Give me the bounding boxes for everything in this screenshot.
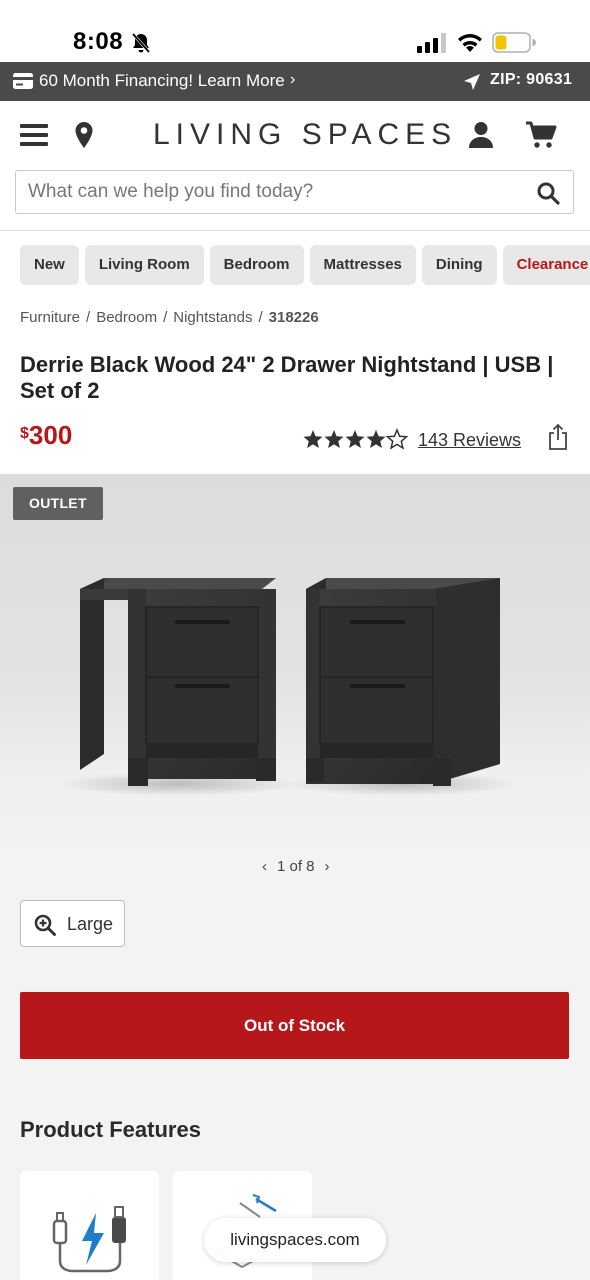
breadcrumb-nightstands[interactable]: Nightstands [173, 309, 252, 326]
pager-prev-icon[interactable]: ‹ [262, 858, 267, 875]
shopping-cart-icon[interactable] [525, 121, 557, 149]
nightstands-photo [58, 578, 517, 796]
category-chip-new[interactable]: New [20, 245, 79, 285]
category-chip-clearance[interactable]: Clearance [502, 245, 590, 285]
star-rating[interactable] [303, 428, 409, 450]
search-icon[interactable] [536, 181, 560, 205]
battery-icon [492, 32, 536, 53]
pager-next-icon[interactable]: › [325, 858, 330, 875]
product-features-heading: Product Features [20, 1117, 201, 1142]
financing-link[interactable]: 60 Month Financing! Learn More [39, 71, 285, 91]
header-divider [0, 230, 590, 231]
category-chip-bedroom[interactable]: Bedroom [209, 245, 304, 285]
site-header: LIVING SPACES [0, 101, 590, 169]
wifi-icon [458, 34, 482, 52]
search-bar [15, 170, 574, 214]
breadcrumb-furniture[interactable]: Furniture [20, 309, 80, 326]
product-price: $300 [20, 420, 72, 451]
category-chip-living-room[interactable]: Living Room [84, 245, 204, 285]
price-amount: 300 [28, 420, 73, 450]
star-half-icon [386, 429, 408, 449]
hamburger-menu-icon[interactable] [20, 123, 48, 147]
reviews-link[interactable]: 143 Reviews [418, 430, 521, 451]
share-icon[interactable] [547, 423, 569, 451]
star-icon [303, 430, 323, 448]
breadcrumb-separator: / [163, 309, 168, 326]
view-large-label: Large [67, 914, 114, 934]
price-currency: $ [20, 425, 29, 442]
view-large-button[interactable]: Large [20, 900, 125, 947]
star-icon [366, 430, 386, 448]
pager-position: 1 of 8 [277, 858, 315, 875]
star-icon [324, 430, 344, 448]
outlet-badge: OUTLET [13, 487, 103, 520]
chevron-right-icon: › [290, 71, 296, 88]
search-input[interactable] [28, 171, 518, 213]
star-icon [345, 430, 365, 448]
breadcrumb-bedroom[interactable]: Bedroom [96, 309, 157, 326]
credit-card-icon [13, 73, 33, 89]
category-chip-dining[interactable]: Dining [421, 245, 497, 285]
bell-muted-icon [131, 33, 151, 53]
location-arrow-icon [464, 74, 480, 90]
feature-card-usb[interactable] [20, 1171, 159, 1280]
out-of-stock-button[interactable]: Out of Stock [20, 992, 569, 1059]
breadcrumb: Furniture / Bedroom / Nightstands / 318226 [20, 309, 319, 326]
product-title: Derrie Black Wood 24" 2 Drawer Nightstan… [20, 352, 554, 403]
breadcrumb-sku: 318226 [268, 309, 319, 326]
browser-url-pill[interactable]: livingspaces.com [204, 1218, 386, 1262]
breadcrumb-separator: / [86, 309, 91, 326]
image-pager: ‹ 1 of 8 › [257, 858, 335, 875]
living-spaces-logo[interactable]: LIVING SPACES [153, 118, 457, 152]
usb-charging-icon [52, 1206, 126, 1273]
zip-code-link[interactable]: ZIP: 90631 [490, 71, 572, 89]
breadcrumb-separator: / [258, 309, 263, 326]
zoom-in-icon [34, 914, 56, 936]
account-user-icon[interactable] [468, 121, 494, 149]
category-chip-mattresses[interactable]: Mattresses [309, 245, 416, 285]
product-image[interactable]: OUTLET [0, 474, 590, 849]
cell-signal-icon [417, 33, 446, 53]
store-locator-pin-icon[interactable] [74, 121, 94, 149]
status-time: 8:08 [73, 28, 124, 55]
status-bar: 8:08 [0, 0, 590, 62]
promo-bar[interactable]: 60 Month Financing! Learn More › ZIP: 90… [0, 62, 590, 101]
category-nav: New Living Room Bedroom Mattresses Dining Cle… [20, 245, 590, 285]
